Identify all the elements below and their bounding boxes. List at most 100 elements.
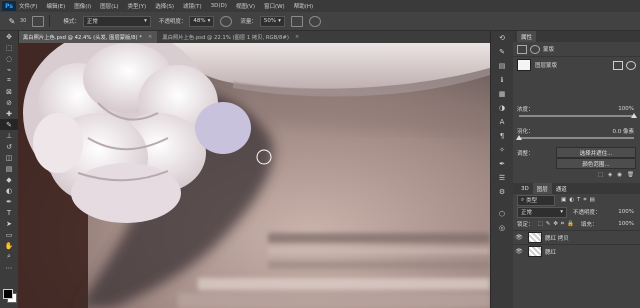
blur-tool-icon[interactable]: ◆ [0, 174, 18, 185]
airbrush-icon[interactable] [290, 15, 303, 27]
close-icon[interactable]: × [148, 34, 152, 40]
blend-mode-select[interactable]: 正常 ▾ [517, 206, 567, 218]
pressure-opacity-icon[interactable] [220, 15, 233, 27]
pixel-mask-icon[interactable] [517, 44, 527, 54]
opacity-input[interactable]: 48% ▾ [189, 15, 215, 27]
fill-value[interactable]: 100% [618, 221, 634, 227]
paragraph-icon[interactable]: ¶ [491, 129, 513, 143]
swatches-icon[interactable]: ▦ [491, 87, 513, 101]
lasso-tool-icon[interactable]: ◌ [0, 53, 18, 64]
search-icon: ⌕ [521, 196, 525, 203]
crop-tool-icon[interactable]: ⌗ [0, 75, 18, 86]
density-slider[interactable] [519, 113, 637, 118]
lock-icons[interactable]: ⬚✎✥⌗🔒 [538, 221, 577, 228]
menu-file[interactable]: 文件(F) [19, 2, 37, 10]
menu-image[interactable]: 图像(I) [74, 2, 91, 10]
move-tool-icon[interactable]: ✥ [0, 31, 18, 42]
feather-slider[interactable] [516, 135, 634, 140]
properties-icon[interactable]: ⚙ [491, 185, 513, 199]
tab-document-1[interactable]: 黑白照片上色.psd @ 42.4% (头发, 图层蒙版/8) * × [18, 31, 158, 43]
info-icon[interactable]: ℹ [491, 73, 513, 87]
3d-panel-icon[interactable]: ⬡ [491, 207, 513, 221]
zoom-tool-icon[interactable]: ⌕ [0, 251, 18, 262]
healing-brush-tool-icon[interactable]: ✚ [0, 108, 18, 119]
menu-3d[interactable]: 3D(D) [211, 3, 227, 9]
document-canvas[interactable] [18, 43, 490, 308]
path-select-tool-icon[interactable]: ➤ [0, 218, 18, 229]
menu-select[interactable]: 选择(S) [155, 2, 174, 10]
paths-icon[interactable]: ✒ [491, 157, 513, 171]
hand-tool-icon[interactable]: ✋ [0, 240, 18, 251]
adjustments-icon[interactable]: ◑ [491, 101, 513, 115]
menu-type[interactable]: 类型(Y) [128, 2, 147, 10]
layer-filter-icons[interactable]: ▣◐T⌗▤ [561, 197, 598, 204]
adjust-label: 调整： [517, 150, 534, 157]
layers-header: 3D 图层 通道 [513, 183, 640, 194]
eye-icon[interactable]: 👁 [513, 234, 525, 241]
history-brush-tool-icon[interactable]: ↺ [0, 141, 18, 152]
marquee-tool-icon[interactable]: ⬚ [0, 42, 18, 53]
rectangle-tool-icon[interactable]: ▭ [0, 229, 18, 240]
add-vector-mask-icon[interactable] [626, 60, 636, 70]
tab-channels[interactable]: 通道 [552, 185, 571, 193]
history-icon[interactable]: ⟲ [491, 31, 513, 45]
vector-mask-icon[interactable] [530, 44, 540, 54]
brush-panel-icon[interactable]: ✎ [491, 45, 513, 59]
menu-edit[interactable]: 编辑(E) [46, 2, 65, 10]
menu-layer[interactable]: 图层(L) [100, 2, 118, 10]
styles-icon[interactable]: ✧ [491, 143, 513, 157]
flow-input[interactable]: 50% ▾ [259, 15, 285, 27]
tab-document-2[interactable]: 黑白照片上色.psd @ 22.1% (图层 1 拷贝, RGB/8#) × [157, 31, 304, 43]
clone-stamp-tool-icon[interactable]: ⊥ [0, 130, 18, 141]
apply-mask-icon[interactable]: ◈ [608, 172, 612, 178]
photo-image [18, 43, 490, 308]
brush-size[interactable]: 30 [20, 18, 26, 24]
properties-header: 属性 [513, 31, 640, 42]
character-icon[interactable]: A [491, 115, 513, 129]
pressure-size-icon[interactable] [308, 15, 321, 27]
libraries-icon[interactable]: ☰ [491, 171, 513, 185]
frame-tool-icon[interactable]: ⊠ [0, 86, 18, 97]
color-range-button[interactable]: 颜色范围... [556, 158, 636, 169]
close-icon[interactable]: × [295, 34, 299, 40]
foreground-color-swatch[interactable] [3, 289, 13, 299]
layer-opacity-value[interactable]: 100% [618, 209, 634, 215]
density-slider-knob[interactable] [631, 113, 637, 118]
menu-filter[interactable]: 滤镜(T) [183, 2, 202, 10]
layer-filter-select[interactable]: ⌕ 类型 [517, 194, 555, 206]
menu-window[interactable]: 窗口(W) [264, 2, 285, 10]
menu-view[interactable]: 视图(V) [236, 2, 255, 10]
load-selection-icon[interactable]: ⬚ [598, 172, 603, 178]
type-tool-icon[interactable]: T [0, 207, 18, 218]
tab-3d[interactable]: 3D [517, 186, 533, 192]
eye-icon[interactable]: 👁 [513, 248, 525, 255]
eyedropper-tool-icon[interactable]: ⊘ [0, 97, 18, 108]
eraser-tool-icon[interactable]: ◫ [0, 152, 18, 163]
density-value[interactable]: 100% [618, 106, 634, 112]
mode-label: 模式： [63, 19, 80, 25]
feather-slider-knob[interactable] [516, 135, 522, 140]
brush-tool-preset-icon[interactable]: ✎ [4, 15, 20, 27]
feather-value[interactable]: 0.0 像素 [613, 127, 635, 135]
dodge-tool-icon[interactable]: ◐ [0, 185, 18, 196]
toggle-mask-icon[interactable]: ◉ [617, 172, 622, 178]
tab-layers[interactable]: 图层 [532, 183, 552, 194]
more-tools-icon[interactable]: ⋯ [0, 262, 18, 273]
layer-comps-icon[interactable]: ▤ [491, 59, 513, 73]
brush-tool-icon[interactable]: ✎ [0, 119, 18, 130]
layer-thumbnail [528, 246, 542, 257]
select-pixel-mask-icon[interactable] [613, 60, 623, 70]
brush-settings-icon[interactable] [32, 15, 45, 27]
quick-select-tool-icon[interactable]: ⌁ [0, 64, 18, 75]
mode-select[interactable]: 正常 ▾ [82, 15, 151, 27]
tab-properties[interactable]: 属性 [517, 31, 537, 42]
delete-icon[interactable]: 🗑 [627, 172, 634, 178]
layer-row[interactable]: 👁 腮红 拷贝 [513, 230, 640, 244]
select-and-mask-button[interactable]: 选择并遮住... [556, 147, 636, 158]
channels-icon[interactable]: ◎ [491, 221, 513, 235]
layer-row[interactable]: 👁 腮红 [513, 244, 640, 258]
gradient-tool-icon[interactable]: ▤ [0, 163, 18, 174]
menu-help[interactable]: 帮助(H) [294, 2, 313, 10]
pen-tool-icon[interactable]: ✒ [0, 196, 18, 207]
layer-opacity-label: 不透明度： [573, 210, 601, 216]
